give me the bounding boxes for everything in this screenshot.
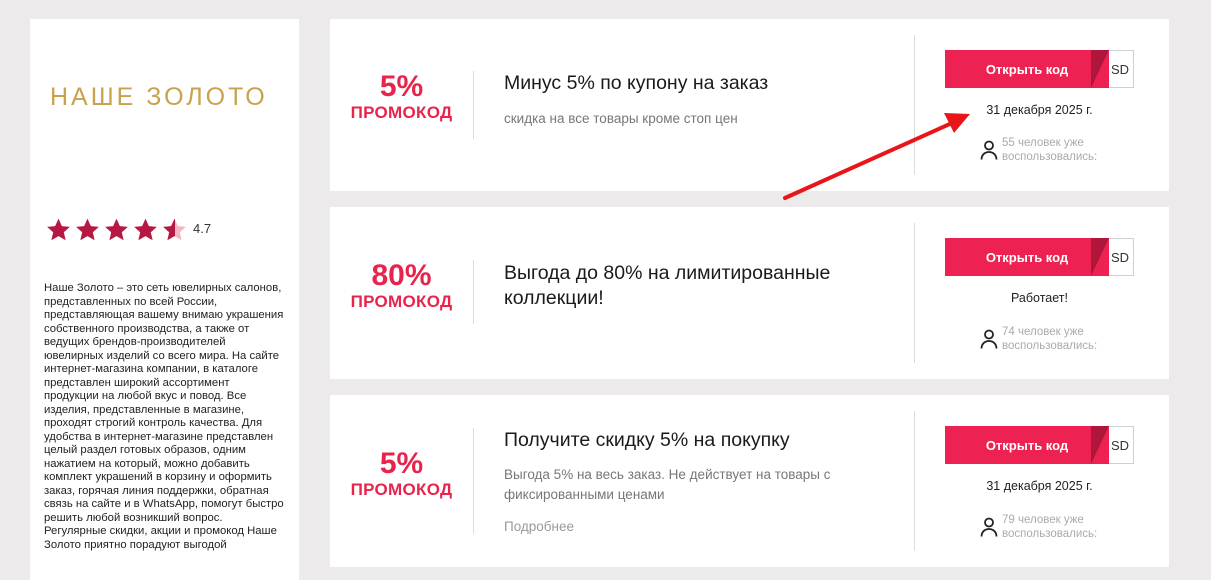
coupon-usage: 74 человек уже воспользовались: xyxy=(980,325,1112,353)
usage-count-text: 79 человек уже воспользовались: xyxy=(1002,514,1098,540)
coupon-card: 5% ПРОМОКОД Получите скидку 5% на покупк… xyxy=(330,395,1169,567)
coupon-usage: 55 человек уже воспользовались: xyxy=(980,136,1112,164)
open-code-widget[interactable]: SD Открыть код xyxy=(945,50,1134,88)
coupon-discount: 80% ПРОМОКОД xyxy=(330,259,473,312)
coupon-usage: 79 человек уже воспользовались: xyxy=(980,513,1112,541)
coupon-discount: 5% ПРОМОКОД xyxy=(330,447,473,500)
open-code-button[interactable]: Открыть код xyxy=(945,238,1109,276)
usage-count-text: 74 человек уже воспользовались: xyxy=(1002,326,1098,352)
discount-type-label: ПРОМОКОД xyxy=(350,480,453,499)
store-description: Наше Золото – это сеть ювелирных салонов… xyxy=(44,282,284,551)
coupon-card: 80% ПРОМОКОД Выгода до 80% на лимитирова… xyxy=(330,207,1169,379)
button-fold xyxy=(1091,50,1109,88)
coupon-title[interactable]: Получите скидку 5% на покупку xyxy=(504,428,790,453)
star-full-icon xyxy=(47,218,70,241)
coupon-subtitle: Выгода 5% на весь заказ. Не действует на… xyxy=(504,467,831,502)
discount-value: 5% xyxy=(379,447,424,480)
more-link[interactable]: Подробнее xyxy=(504,519,574,534)
user-icon xyxy=(980,140,998,160)
open-code-widget[interactable]: SD Открыть код xyxy=(945,426,1134,464)
usage-count-text: 55 человек уже воспользовались: xyxy=(1002,137,1098,163)
user-icon xyxy=(980,329,998,349)
button-fold xyxy=(1091,238,1109,276)
star-full-icon xyxy=(76,218,99,241)
coupon-subtitle: скидка на все товары кроме стоп цен xyxy=(504,111,738,126)
coupon-card: 5% ПРОМОКОД Минус 5% по купону на заказ … xyxy=(330,19,1169,191)
divider xyxy=(914,35,915,175)
coupon-expiry: 31 декабря 2025 г. xyxy=(986,479,1093,493)
divider xyxy=(473,260,474,324)
discount-type-label: ПРОМОКОД xyxy=(350,103,453,122)
discount-value: 5% xyxy=(379,70,424,103)
divider xyxy=(914,411,915,551)
button-fold xyxy=(1091,426,1109,464)
star-full-icon xyxy=(105,218,128,241)
open-code-widget[interactable]: SD Открыть код xyxy=(945,238,1134,276)
coupon-discount: 5% ПРОМОКОД xyxy=(330,70,473,123)
star-full-icon xyxy=(134,218,157,241)
coupon-title[interactable]: Выгода до 80% на лимитированные коллекци… xyxy=(504,261,884,311)
store-sidebar: НАШЕ ЗОЛОТО 4.7 Наше Золото – это сеть ю… xyxy=(30,19,299,580)
divider xyxy=(473,71,474,139)
coupon-expiry: 31 декабря 2025 г. xyxy=(986,103,1093,117)
discount-value: 80% xyxy=(371,259,432,292)
star-half-icon xyxy=(163,218,186,241)
store-rating: 4.7 xyxy=(44,217,211,243)
coupon-title[interactable]: Минус 5% по купону на заказ xyxy=(504,71,768,96)
discount-type-label: ПРОМОКОД xyxy=(350,292,453,311)
divider xyxy=(473,428,474,534)
rating-value: 4.7 xyxy=(193,220,212,236)
store-logo[interactable]: НАШЕ ЗОЛОТО xyxy=(50,83,268,112)
open-code-button[interactable]: Открыть код xyxy=(945,50,1109,88)
divider xyxy=(914,223,915,363)
user-icon xyxy=(980,517,998,537)
open-code-button[interactable]: Открыть код xyxy=(945,426,1109,464)
coupon-status: Работает! xyxy=(1011,291,1068,305)
